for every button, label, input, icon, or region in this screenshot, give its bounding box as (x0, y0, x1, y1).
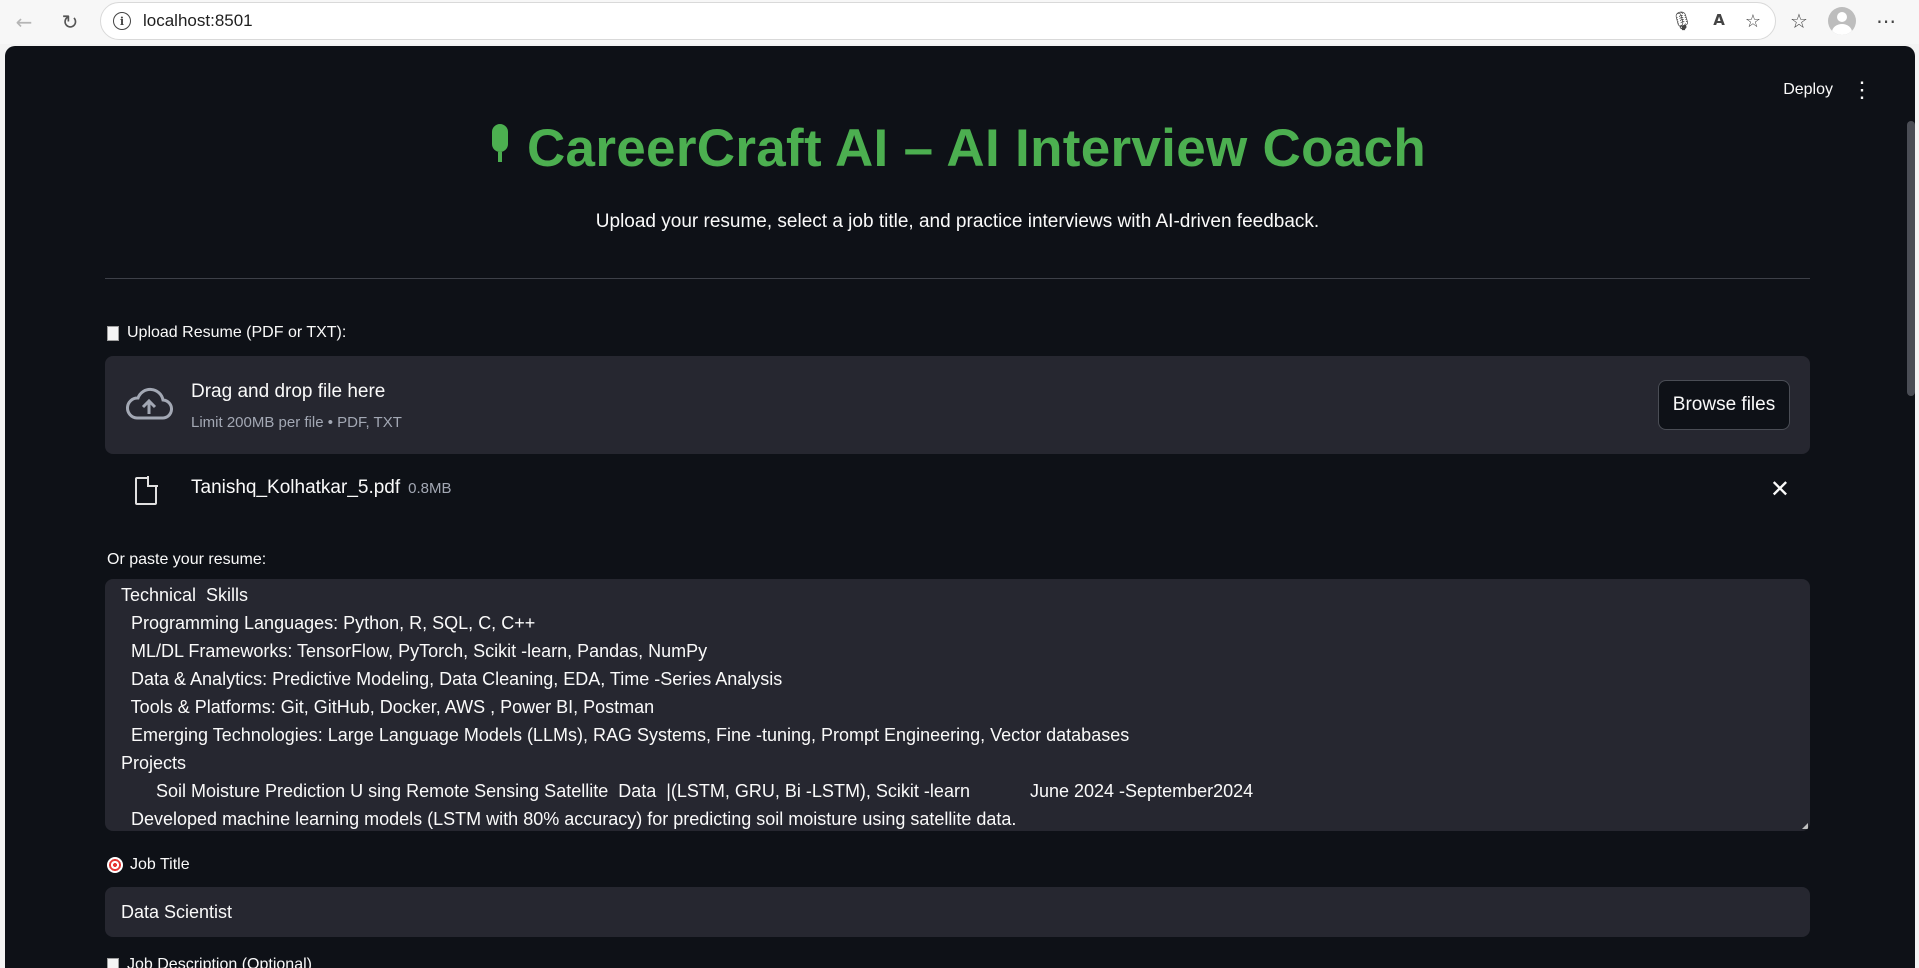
url-text[interactable]: localhost:8501 (143, 11, 253, 31)
textarea-line: ML/DL Frameworks: TensorFlow, PyTorch, S… (121, 641, 708, 661)
app-viewport: Deploy ⋮ CareerCraft AI – AI Interview C… (5, 46, 1915, 968)
job-title-label: Job Title (107, 856, 190, 874)
textarea-line: Programming Languages: Python, R, SQL, C… (121, 613, 536, 633)
favorite-star-icon[interactable]: ☆ (1745, 11, 1761, 32)
reload-icon[interactable]: ↻ (55, 7, 85, 37)
microphone-icon (489, 124, 509, 162)
scrollbar[interactable] (1907, 121, 1915, 396)
dropzone-subtitle: Limit 200MB per file • PDF, TXT (191, 414, 402, 431)
divider (105, 278, 1810, 279)
remove-file-icon[interactable]: ✕ (1770, 475, 1790, 504)
textarea-line: Tools & Platforms: Git, GitHub, Docker, … (121, 697, 655, 717)
browse-files-button[interactable]: Browse files (1658, 380, 1790, 430)
site-info-icon[interactable]: i (113, 12, 131, 30)
cloud-upload-icon (126, 387, 173, 420)
job-description-label: Job Description (Optional) (107, 956, 312, 968)
upload-label-text: Upload Resume (PDF or TXT): (127, 324, 347, 341)
job-description-label-text: Job Description (Optional) (127, 956, 312, 968)
file-icon (135, 476, 158, 505)
file-dropzone[interactable]: Drag and drop file here Limit 200MB per … (105, 356, 1810, 454)
dropzone-title: Drag and drop file here (191, 381, 386, 402)
file-name: Tanishq_Kolhatkar_5.pdf 0.8MB (191, 477, 452, 499)
microphone-icon[interactable]: 🎙︎ (1670, 11, 1693, 32)
upload-label: Upload Resume (PDF or TXT): (107, 324, 346, 342)
back-arrow-icon[interactable]: ← (9, 7, 39, 37)
address-bar[interactable]: i localhost:8501 🎙︎ A ☆ (100, 2, 1776, 40)
resume-textarea[interactable]: Technical Skills Programming Languages: … (105, 579, 1810, 831)
browser-toolbar: ← ↻ i localhost:8501 🎙︎ A ☆ ☆ ⋯ (0, 0, 1919, 44)
resize-handle[interactable] (1802, 823, 1808, 829)
target-icon (107, 857, 123, 873)
job-title-label-text: Job Title (130, 856, 190, 873)
uploaded-file: Tanishq_Kolhatkar_5.pdf 0.8MB ✕ (105, 471, 1810, 521)
textarea-line: Technical Skills (121, 585, 249, 605)
paste-label: Or paste your resume: (107, 551, 266, 569)
file-size: 0.8MB (408, 480, 452, 497)
browser-menu-icon[interactable]: ⋯ (1876, 9, 1896, 33)
page-title: CareerCraft AI – AI Interview Coach (105, 118, 1810, 179)
document-icon (107, 325, 119, 341)
profile-avatar-icon[interactable] (1827, 7, 1856, 35)
textarea-line: Emerging Technologies: Large Language Mo… (121, 725, 1130, 745)
textarea-line: Projects (121, 753, 187, 773)
textarea-line: Soil Moisture Prediction U sing Remote S… (121, 781, 1254, 801)
deploy-button[interactable]: Deploy (1783, 81, 1833, 99)
paste-label-text: Or paste your resume: (107, 551, 267, 568)
favorites-list-icon[interactable]: ☆ (1790, 9, 1808, 33)
page-title-text: CareerCraft AI – AI Interview Coach (526, 119, 1427, 178)
read-aloud-icon[interactable]: A (1713, 11, 1725, 32)
page-subtitle: Upload your resume, select a job title, … (595, 211, 1320, 232)
kebab-menu-icon[interactable]: ⋮ (1851, 79, 1873, 101)
job-title-input[interactable]: Data Scientist (105, 887, 1810, 937)
file-name-text: Tanishq_Kolhatkar_5.pdf (191, 477, 401, 498)
document-icon (107, 957, 119, 968)
textarea-line: Data & Analytics: Predictive Modeling, D… (121, 669, 783, 689)
textarea-line: Developed machine learning models (LSTM … (121, 809, 1017, 829)
